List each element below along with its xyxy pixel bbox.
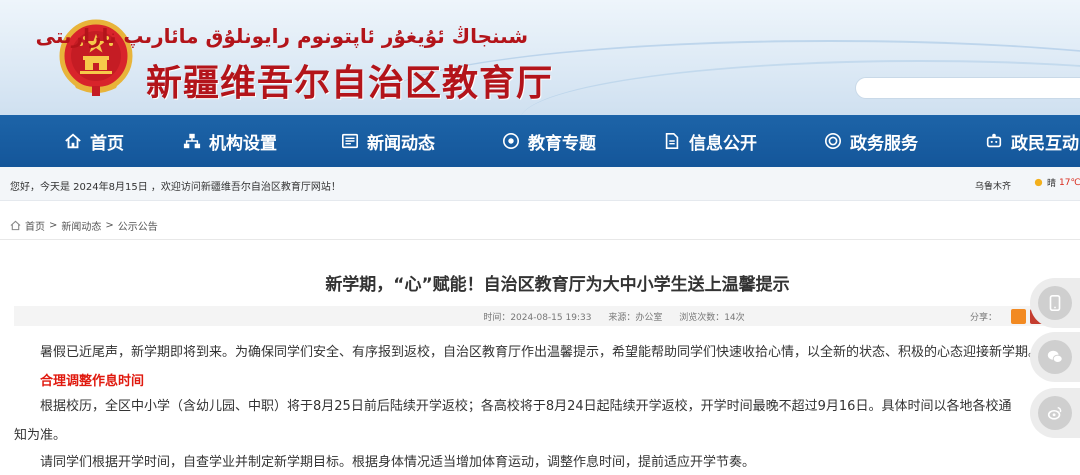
breadcrumb-separator: > bbox=[49, 220, 58, 231]
uyghur-site-title: شىنجاڭ ئۇيغۇر ئاپتونوم رايونلۇق مائارىپ … bbox=[35, 24, 528, 48]
weather-temperature: 17℃ bbox=[1059, 177, 1080, 188]
breadcrumb-item-home[interactable]: 首页 bbox=[25, 218, 45, 233]
article-paragraph: 暑假已近尾声，新学期即将到来。为确保同学们安全、有序报到返校，自治区教育厅作出温… bbox=[40, 345, 1042, 360]
article-time: 时间：2024-08-15 19:33 bbox=[483, 313, 592, 323]
service-icon bbox=[824, 132, 842, 150]
search-input[interactable] bbox=[855, 77, 1080, 99]
sun-icon bbox=[1034, 178, 1043, 187]
site-header: شىنجاڭ ئۇيغۇر ئاپتونوم رايونلۇق مائارىپ … bbox=[0, 0, 1080, 115]
wechat-icon bbox=[1047, 350, 1063, 363]
nav-item-label: 信息公开 bbox=[689, 133, 757, 154]
weather-widget: 晴 17℃ ~ bbox=[1033, 176, 1080, 189]
breadcrumb-item-announcements[interactable]: 公示公告 bbox=[118, 218, 158, 233]
nav-item-label: 首页 bbox=[90, 133, 124, 154]
welcome-text: 您好，今天是 2024年8月15日 ，欢迎访问新疆维吾尔自治区教育厅网站！ bbox=[10, 182, 341, 193]
nav-item-label: 机构设置 bbox=[209, 133, 277, 154]
nav-item-label: 新闻动态 bbox=[367, 133, 435, 154]
nav-item-home[interactable]: 首页 bbox=[64, 115, 124, 167]
nav-item-news[interactable]: 新闻动态 bbox=[341, 115, 435, 167]
article-subheading: 合理调整作息时间 bbox=[40, 374, 145, 389]
mobile-version-circle bbox=[1038, 286, 1072, 320]
article-meta: 时间：2024-08-15 19:33 来源：办公室 浏览次数：14次 bbox=[14, 310, 1080, 323]
nav-item-topics[interactable]: 教育专题 bbox=[502, 115, 596, 167]
org-chart-icon bbox=[183, 133, 201, 149]
wechat-circle bbox=[1038, 340, 1072, 374]
breadcrumb: 首页 > 新闻动态 > 公示公告 bbox=[0, 212, 1080, 240]
article-paragraph: 根据校历，全区中小学（含幼儿园、中职）将于8月25日前后陆续开学返校；各高校将于… bbox=[40, 399, 1012, 414]
share-label: 分享： bbox=[970, 313, 998, 323]
article-meta-bar: 时间：2024-08-15 19:33 来源：办公室 浏览次数：14次 分享： bbox=[14, 306, 1049, 326]
article-paragraph-continued: 知为准。 bbox=[14, 428, 67, 443]
article-paragraph: 请同学们根据开学时间，自查学业并制定新学期目标。根据身体情况适当增加体育运动，调… bbox=[40, 455, 756, 470]
interaction-icon bbox=[986, 133, 1002, 148]
breadcrumb-separator: > bbox=[105, 220, 114, 231]
document-icon bbox=[665, 132, 679, 150]
mobile-phone-icon bbox=[1049, 294, 1061, 312]
weibo-button[interactable] bbox=[1030, 388, 1080, 438]
nav-item-interaction[interactable]: 政民互动 bbox=[985, 115, 1079, 167]
wechat-button[interactable] bbox=[1030, 332, 1080, 382]
nav-item-services[interactable]: 政务服务 bbox=[824, 115, 918, 167]
nav-item-information[interactable]: 信息公开 bbox=[663, 115, 757, 167]
nav-item-label: 教育专题 bbox=[528, 133, 596, 154]
news-icon bbox=[341, 133, 359, 149]
nav-item-label: 政务服务 bbox=[850, 133, 918, 154]
article-source: 来源：办公室 bbox=[608, 313, 663, 323]
weather-city: 乌鲁木齐 bbox=[975, 182, 1012, 192]
topic-icon bbox=[502, 132, 520, 150]
welcome-bar: 您好，今天是 2024年8月15日 ，欢迎访问新疆维吾尔自治区教育厅网站！ 乌鲁… bbox=[0, 167, 1080, 201]
weibo-circle bbox=[1038, 396, 1072, 430]
home-icon bbox=[10, 220, 21, 231]
article-title: 新学期，“心”赋能！自治区教育厅为大中小学生送上温馨提示 bbox=[325, 275, 790, 295]
article-views: 浏览次数：14次 bbox=[679, 313, 745, 323]
site-title[interactable]: 新疆维吾尔自治区教育厅 bbox=[146, 54, 553, 106]
nav-item-organization[interactable]: 机构设置 bbox=[183, 115, 277, 167]
share-icon[interactable] bbox=[1011, 309, 1026, 324]
breadcrumb-item-news[interactable]: 新闻动态 bbox=[61, 218, 101, 233]
page: شىنجاڭ ئۇيغۇر ئاپتونوم رايونلۇق مائارىپ … bbox=[0, 0, 1080, 475]
home-icon bbox=[65, 133, 81, 149]
weather-condition: 晴 bbox=[1047, 179, 1057, 189]
main-nav: 首页 机构设置 新闻动态 教育专题 信息公开 政务服务 政民互动 bbox=[0, 115, 1080, 167]
weibo-icon bbox=[1047, 406, 1062, 420]
nav-item-label: 政民互动 bbox=[1011, 133, 1079, 154]
mobile-version-button[interactable] bbox=[1030, 278, 1080, 328]
